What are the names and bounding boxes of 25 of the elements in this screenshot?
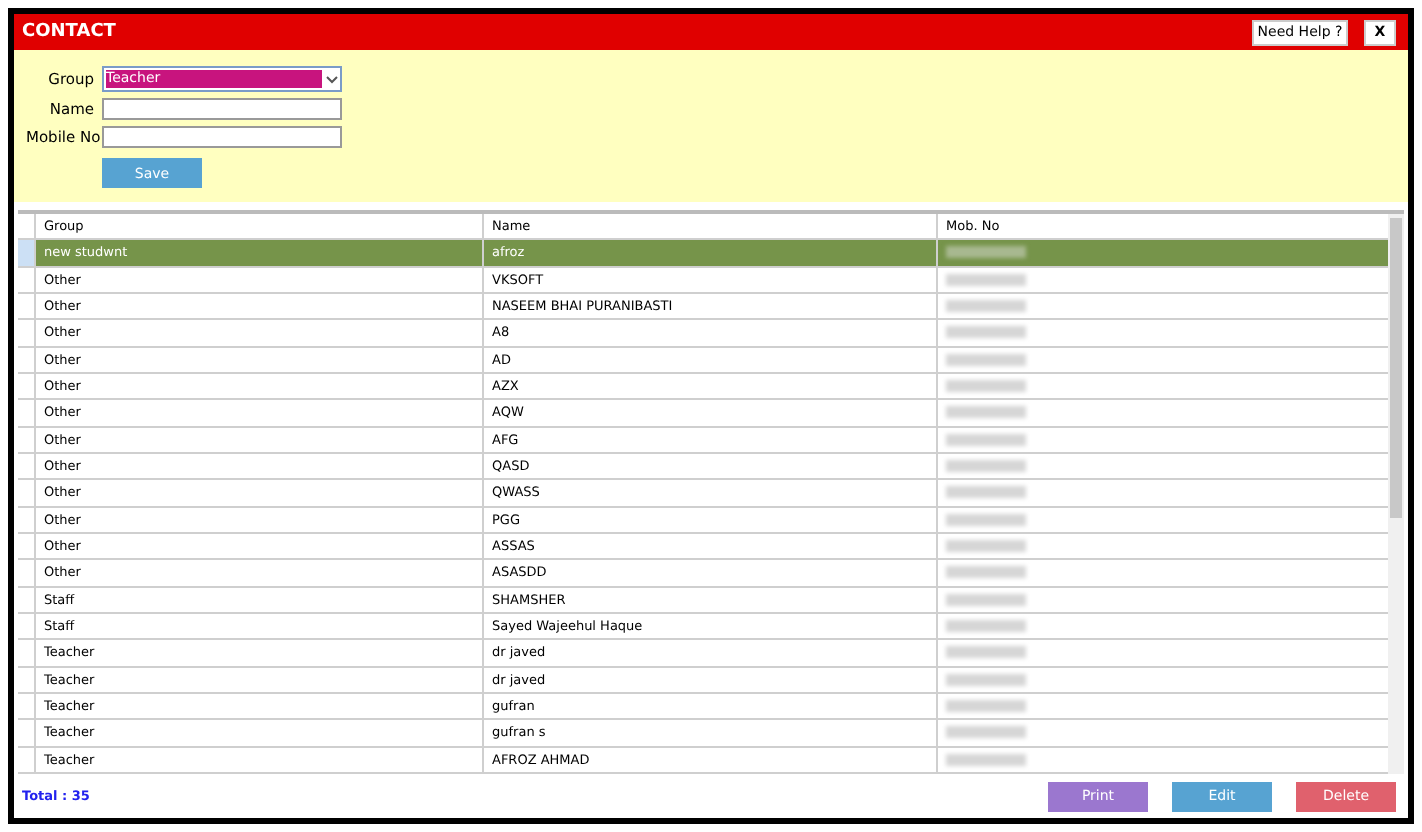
input-field[interactable] [102, 126, 342, 148]
blurred-number [946, 726, 1026, 739]
blurred-number [946, 593, 1026, 606]
blurred-number [946, 406, 1026, 419]
window-title: CONTACT [22, 22, 118, 42]
chevron-icon [326, 75, 338, 83]
blurred-number [946, 273, 1026, 286]
blurred-number [946, 300, 1026, 313]
input-field[interactable] [102, 98, 342, 120]
blurred-number [946, 433, 1026, 446]
blurred-number [946, 540, 1026, 553]
blurred-number [946, 753, 1026, 766]
blurred-number [946, 380, 1026, 393]
blurred-number [946, 513, 1026, 526]
blurred-number [946, 646, 1026, 659]
blurred-number [946, 566, 1026, 579]
blurred-number [946, 353, 1026, 366]
blurred-number [946, 486, 1026, 499]
blurred-number [946, 673, 1026, 686]
blurred-number [946, 620, 1026, 633]
blurred-number [946, 246, 1026, 259]
blurred-number [946, 700, 1026, 713]
blurred-number [946, 460, 1026, 473]
scrollbar[interactable] [1388, 214, 1404, 774]
blurred-number [946, 326, 1026, 339]
